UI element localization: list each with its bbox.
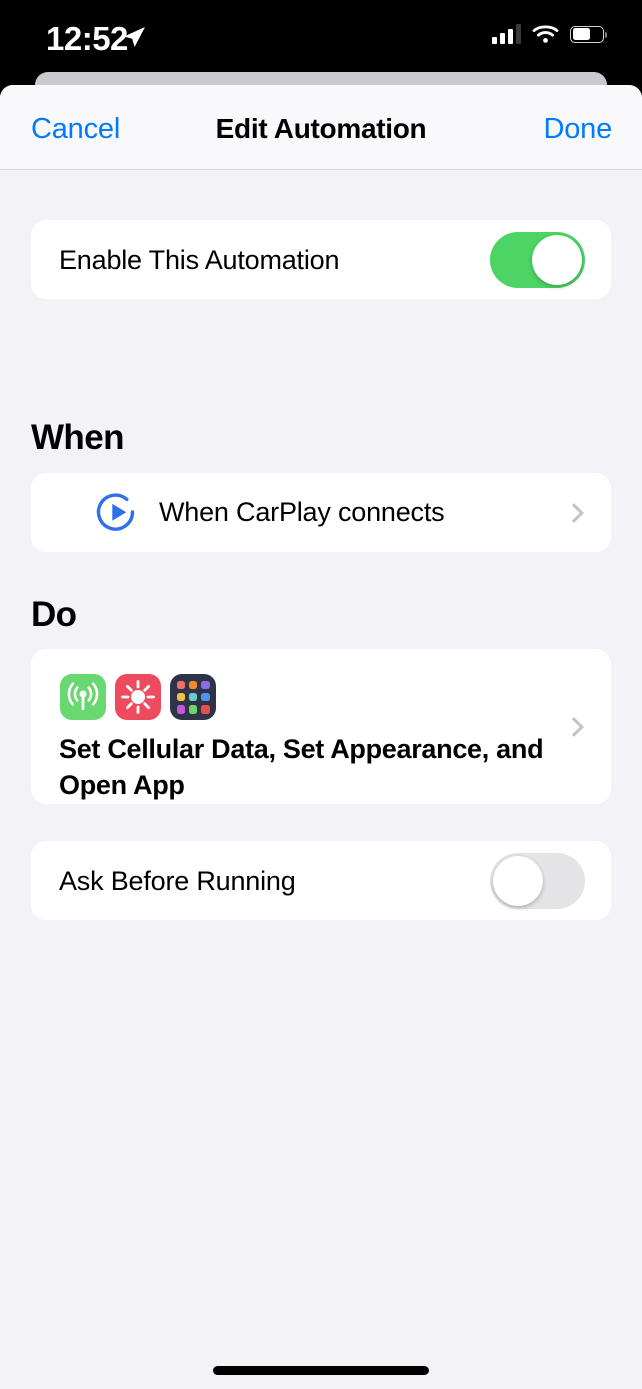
cellular-data-icon xyxy=(60,674,106,720)
battery-icon xyxy=(570,26,604,43)
open-app-grid-icon xyxy=(170,674,216,720)
when-section-heading: When xyxy=(31,418,124,458)
automation-trigger-play-icon xyxy=(93,489,140,536)
status-bar-indicators xyxy=(492,24,604,44)
cellular-signal-icon xyxy=(492,24,521,44)
status-bar-time: 12:52 xyxy=(46,20,128,58)
do-section-heading: Do xyxy=(31,595,76,635)
enable-automation-row[interactable]: Enable This Automation xyxy=(31,220,611,299)
chevron-right-icon xyxy=(564,717,584,737)
iphone-screen: 12:52 Cancel Edit Automation Done xyxy=(0,0,642,1389)
navigation-bar: Cancel Edit Automation Done xyxy=(0,85,642,170)
toggle-knob xyxy=(493,856,543,906)
trigger-row[interactable]: When CarPlay connects xyxy=(31,473,611,552)
toggle-knob xyxy=(532,235,582,285)
done-button[interactable]: Done xyxy=(543,112,612,146)
app-grid-tiles xyxy=(170,674,216,720)
status-bar: 12:52 xyxy=(0,0,642,72)
ask-before-running-toggle[interactable] xyxy=(490,853,585,909)
home-indicator[interactable] xyxy=(213,1366,429,1375)
action-row[interactable]: Set Cellular Data, Set Appearance, and O… xyxy=(31,649,611,804)
ask-before-running-row[interactable]: Ask Before Running xyxy=(31,841,611,920)
set-appearance-brightness-icon xyxy=(115,674,161,720)
enable-automation-label: Enable This Automation xyxy=(59,245,339,276)
edit-automation-sheet: Cancel Edit Automation Done Enable This … xyxy=(0,85,642,1389)
chevron-right-icon xyxy=(564,503,584,523)
enable-automation-toggle[interactable] xyxy=(490,232,585,288)
location-arrow-icon xyxy=(121,24,147,50)
action-title: Set Cellular Data, Set Appearance, and O… xyxy=(59,731,551,803)
trigger-label: When CarPlay connects xyxy=(159,497,444,528)
wifi-icon xyxy=(532,24,559,44)
action-icon-group xyxy=(60,674,216,720)
ask-before-running-label: Ask Before Running xyxy=(59,866,296,897)
